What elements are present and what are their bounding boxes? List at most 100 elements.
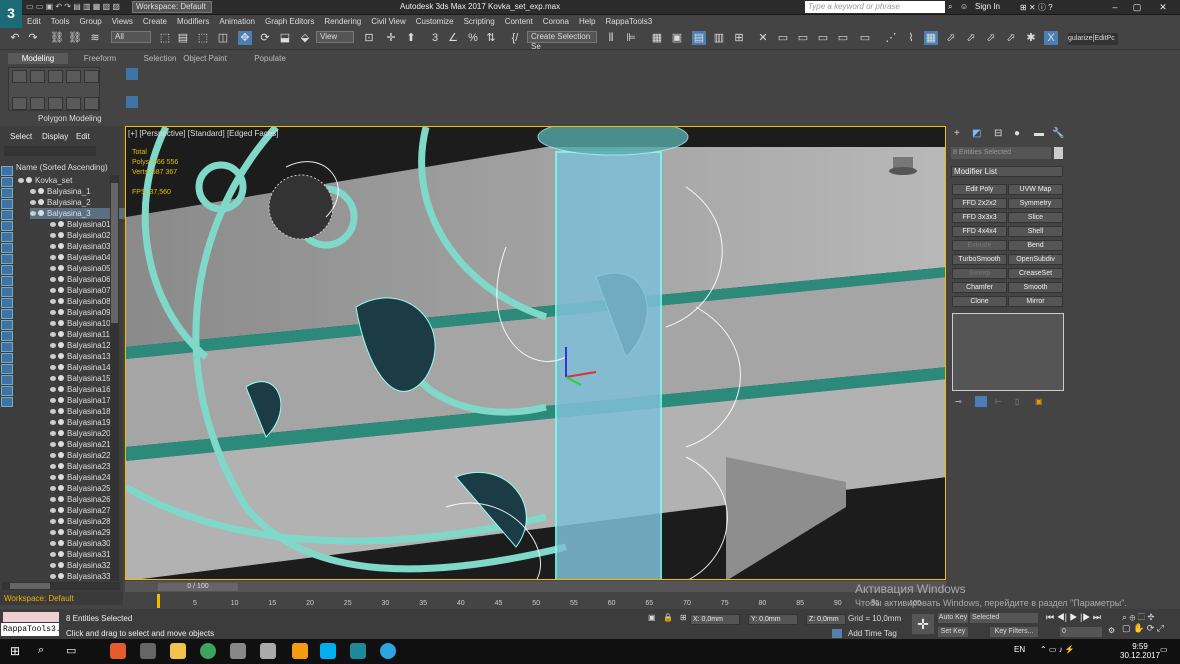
scene-explorer-edit-menu[interactable]: Edit (76, 132, 90, 141)
explorer-filter-icon[interactable] (1, 199, 13, 209)
scale-icon[interactable]: ⬓ (278, 31, 292, 45)
lock-selection-icon[interactable]: 🔒 (663, 613, 673, 622)
visibility-icon[interactable] (50, 310, 56, 315)
visibility-icon[interactable] (50, 255, 56, 260)
plugin-tool-9-icon[interactable]: X (1044, 31, 1058, 45)
ribbon-tool-8[interactable] (48, 97, 63, 110)
list-item[interactable]: Balyasina25 (50, 483, 110, 494)
menu-customize[interactable]: Customize (411, 15, 459, 28)
modifier-button-creaseset[interactable]: CreaseSet (1008, 268, 1063, 279)
ribbon-tab-modeling[interactable]: Modeling (8, 53, 68, 64)
plugin-tool-2-icon[interactable]: ⌇ (904, 31, 918, 45)
explorer-filter-icon[interactable] (1, 221, 13, 231)
selection-filter-dropdown[interactable]: All (111, 31, 151, 43)
set-key-button[interactable]: Set Key (938, 627, 968, 637)
visibility-icon[interactable] (50, 321, 56, 326)
menu-tools[interactable]: Tools (46, 15, 75, 28)
visibility-icon[interactable] (50, 365, 56, 370)
menu-content[interactable]: Content (500, 15, 538, 28)
modifier-button-uvw-map[interactable]: UVW Map (1008, 184, 1063, 195)
render-iterative-icon[interactable]: ▭ (836, 31, 850, 45)
scene-explorer-select-menu[interactable]: Select (10, 132, 32, 141)
unlink-icon[interactable]: ⛓ (68, 31, 82, 45)
window-crossing-icon[interactable]: ◫ (216, 31, 230, 45)
make-unique-icon[interactable]: ⊢ (995, 397, 1002, 406)
explorer-filter-icon[interactable] (1, 287, 13, 297)
list-item[interactable]: Balyasina11 (50, 329, 110, 340)
snaps-toggle-icon[interactable]: 3 (428, 31, 442, 45)
scene-explorer-hscrollbar[interactable] (2, 582, 120, 590)
modifier-button-ffd-2x2x2[interactable]: FFD 2x2x2 (952, 198, 1007, 209)
close-button[interactable]: ✕ (1152, 0, 1174, 15)
menu-modifiers[interactable]: Modifiers (172, 15, 214, 28)
menu-corona[interactable]: Corona (538, 15, 574, 28)
visibility-icon[interactable] (50, 277, 56, 282)
list-item[interactable]: Balyasina29 (50, 527, 110, 538)
plugin-tool-8-icon[interactable]: ✱ (1024, 31, 1038, 45)
visibility-icon[interactable] (50, 266, 56, 271)
perspective-viewport[interactable]: [+] [Perspective] [Standard] [Edged Face… (125, 126, 946, 580)
list-item[interactable]: Balyasina09 (50, 307, 110, 318)
visibility-icon[interactable] (50, 233, 56, 238)
visibility-icon[interactable] (50, 486, 56, 491)
explorer-filter-icon[interactable] (1, 386, 13, 396)
ribbon-tool-9[interactable] (66, 97, 81, 110)
visibility-icon[interactable] (50, 574, 56, 579)
visibility-icon[interactable] (50, 552, 56, 557)
link-icon[interactable]: ⛓ (50, 31, 64, 45)
visibility-icon[interactable] (30, 200, 36, 205)
chrome-icon[interactable] (200, 643, 216, 659)
mirror-icon[interactable]: ⫴ (604, 31, 618, 45)
visibility-icon[interactable] (50, 288, 56, 293)
viewport-label[interactable]: [+] [Perspective] [Standard] [Edged Face… (128, 129, 279, 138)
key-filters-button[interactable]: Key Filters... (990, 627, 1038, 637)
list-item[interactable]: Balyasina32 (50, 560, 110, 571)
time-slider[interactable]: 0 / 100 (158, 583, 238, 591)
object-name-field[interactable]: 8 Entities Selected (951, 147, 1051, 159)
skype-icon[interactable] (320, 643, 336, 659)
visibility-icon[interactable] (30, 189, 36, 194)
a360-icon[interactable]: ▭ (858, 31, 872, 45)
list-item[interactable]: Balyasina33 (50, 571, 110, 582)
key-mode-dropdown[interactable]: Selected (970, 613, 1038, 623)
app-icon-3[interactable] (292, 643, 308, 659)
list-item[interactable]: Balyasina05 (50, 263, 110, 274)
modifier-button-shell[interactable]: Shell (1008, 226, 1063, 237)
scene-explorer-display-menu[interactable]: Display (42, 132, 68, 141)
modifier-stack[interactable] (952, 313, 1064, 391)
modifier-button-smooth[interactable]: Smooth (1008, 282, 1063, 293)
rotate-icon[interactable]: ⟳ (258, 31, 272, 45)
list-item[interactable]: Balyasina03 (50, 241, 110, 252)
list-item[interactable]: Balyasina31 (50, 549, 110, 560)
named-selection-dropdown[interactable]: Create Selection Se (527, 31, 597, 51)
time-tag-icon[interactable] (832, 629, 842, 638)
telegram-icon[interactable] (380, 643, 396, 659)
modifier-button-turbosmooth[interactable]: TurboSmooth (952, 254, 1007, 265)
visibility-icon[interactable] (50, 222, 56, 227)
z-coordinate-field[interactable]: Z: 0,0mm (806, 614, 846, 625)
utilities-tab-icon[interactable]: 🔧 (1052, 128, 1064, 139)
configure-modifier-icon[interactable]: ▣ (1035, 397, 1043, 406)
list-item[interactable]: Balyasina23 (50, 461, 110, 472)
app-icon-1[interactable] (110, 643, 126, 659)
modifier-button-opensubdiv[interactable]: OpenSubdiv (1008, 254, 1063, 265)
visibility-icon[interactable] (50, 376, 56, 381)
add-time-tag-button[interactable]: Add Time Tag (848, 629, 897, 638)
list-item[interactable]: Balyasina20 (50, 428, 110, 439)
ribbon-tool-3[interactable] (48, 70, 63, 83)
visibility-icon[interactable] (50, 508, 56, 513)
ribbon-tab-freeform[interactable]: Freeform (70, 53, 130, 64)
remove-modifier-icon[interactable]: ▯ (1015, 397, 1019, 406)
keyboard-shortcut-icon[interactable]: ⬆ (404, 31, 418, 45)
app-logo[interactable]: 3 (0, 0, 22, 28)
menu-animation[interactable]: Animation (214, 15, 260, 28)
tree-node[interactable]: Balyasina_1 (30, 186, 140, 197)
track-bar-cursor[interactable] (157, 594, 160, 608)
visibility-icon[interactable] (50, 332, 56, 337)
toggle-ribbon-icon[interactable]: ▣ (670, 31, 684, 45)
modifier-button-chamfer[interactable]: Chamfer (952, 282, 1007, 293)
quick-access-icons[interactable]: ▭ ▭ ▣ ↶ ↷ ▤ ▥ ▦ ▧ ▨ (26, 2, 120, 11)
visibility-icon[interactable] (50, 442, 56, 447)
pin-stack-icon[interactable]: ⊸ (955, 397, 962, 406)
list-item[interactable]: Balyasina10 (50, 318, 110, 329)
